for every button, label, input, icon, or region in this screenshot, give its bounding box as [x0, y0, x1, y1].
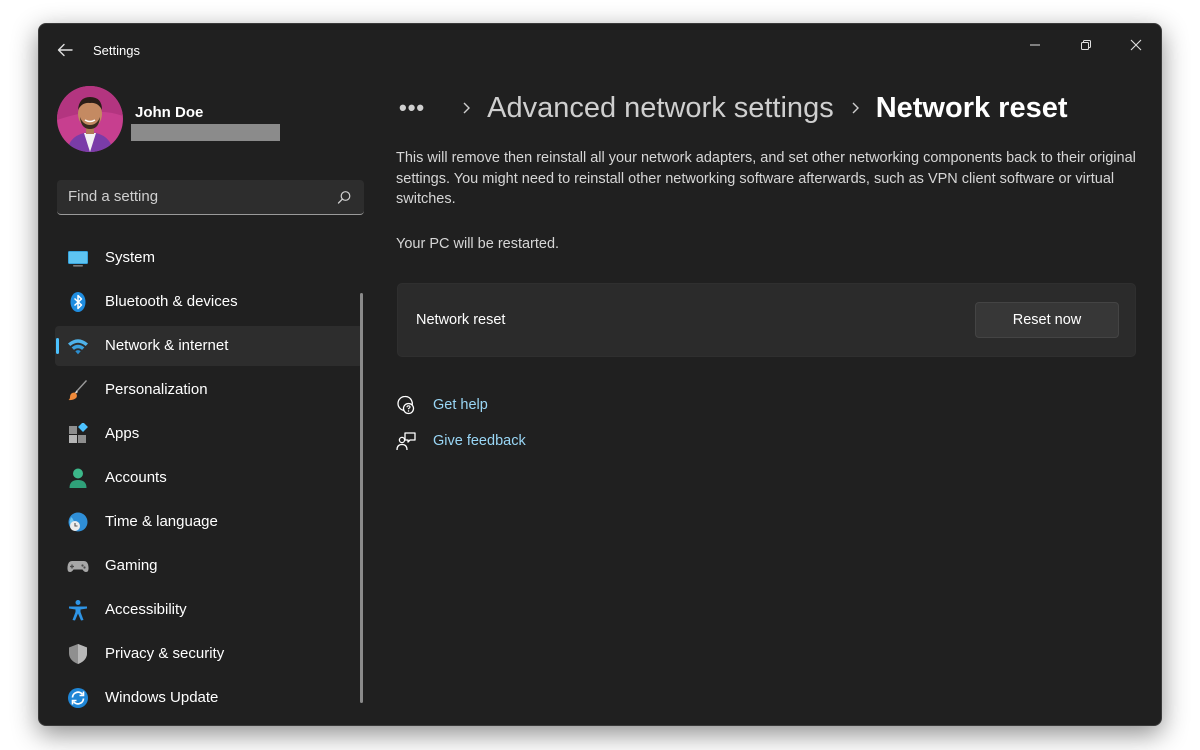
give-feedback-label[interactable]: Give feedback: [433, 433, 526, 449]
sidebar-item-accounts[interactable]: Accounts: [55, 458, 363, 498]
sidebar-item-label: Accounts: [105, 469, 167, 486]
sidebar-item-windows-update[interactable]: Windows Update: [55, 678, 363, 718]
close-icon: [1130, 39, 1142, 51]
sidebar-item-label: Gaming: [105, 557, 158, 574]
sidebar-item-bluetooth[interactable]: Bluetooth & devices: [55, 282, 363, 322]
restart-note: Your PC will be restarted.: [396, 236, 560, 252]
bluetooth-icon: [67, 291, 89, 313]
back-button[interactable]: [51, 38, 79, 62]
update-icon: [67, 687, 89, 709]
search-input[interactable]: [68, 188, 318, 205]
sidebar-item-label: Accessibility: [105, 601, 187, 618]
shield-icon: [67, 643, 89, 665]
sidebar-item-accessibility[interactable]: Accessibility: [55, 590, 363, 630]
apps-icon: [67, 423, 89, 445]
reset-now-button[interactable]: Reset now: [975, 302, 1119, 338]
close-button[interactable]: [1113, 30, 1159, 60]
feedback-icon: [396, 431, 416, 451]
brush-icon: [67, 379, 89, 401]
help-chat-icon: [396, 395, 416, 415]
sidebar-nav: System Bluetooth & devices Network & int: [55, 238, 363, 722]
search-icon[interactable]: [337, 190, 352, 205]
chevron-right-icon: [459, 101, 473, 115]
back-arrow-icon: [57, 43, 73, 57]
minimize-button[interactable]: [1012, 30, 1058, 60]
reset-description: This will remove then reinstall all your…: [396, 150, 1136, 207]
selection-indicator: [56, 338, 59, 354]
breadcrumb-more-button[interactable]: •••: [399, 95, 425, 121]
restore-icon: [1081, 40, 1091, 50]
sidebar-item-system[interactable]: System: [55, 238, 363, 278]
person-icon: [67, 467, 89, 489]
sidebar-item-time-language[interactable]: Time & language: [55, 502, 363, 542]
sidebar-item-label: Windows Update: [105, 689, 219, 706]
sidebar-item-label: Time & language: [105, 513, 218, 530]
sidebar-item-label: Personalization: [105, 381, 208, 398]
sidebar-item-label: Network & internet: [105, 337, 229, 354]
get-help-link[interactable]: Get help: [396, 395, 488, 415]
title-bar: Settings: [39, 24, 1161, 76]
give-feedback-link[interactable]: Give feedback: [396, 431, 526, 451]
wifi-icon: [67, 335, 89, 357]
sidebar-scrollbar[interactable]: [360, 293, 363, 703]
card-label: Network reset: [416, 312, 506, 328]
breadcrumb-parent-link[interactable]: Advanced network settings: [487, 92, 834, 125]
page-title: Network reset: [875, 91, 1068, 124]
sidebar-item-network[interactable]: Network & internet: [55, 326, 363, 366]
user-email-redacted: [131, 124, 280, 141]
sidebar-item-apps[interactable]: Apps: [55, 414, 363, 454]
sidebar-item-label: System: [105, 249, 156, 266]
avatar-image: [57, 86, 123, 152]
network-reset-card: Network reset Reset now: [397, 283, 1136, 357]
minimize-icon: [1030, 44, 1040, 46]
sidebar-item-label: Bluetooth & devices: [105, 293, 238, 310]
get-help-label[interactable]: Get help: [433, 397, 488, 413]
system-icon: [67, 247, 89, 269]
sidebar-item-privacy-security[interactable]: Privacy & security: [55, 634, 363, 674]
settings-window: Settings John Doe Find a setting System …: [38, 23, 1162, 726]
restore-button[interactable]: [1063, 30, 1109, 60]
sidebar-item-label: Apps: [105, 425, 140, 442]
chevron-right-icon: [848, 101, 862, 115]
sidebar-item-label: Privacy & security: [105, 645, 225, 662]
app-title: Settings: [93, 43, 140, 58]
accessibility-icon: [67, 599, 89, 621]
sidebar-item-gaming[interactable]: Gaming: [55, 546, 363, 586]
gamepad-icon: [67, 555, 89, 577]
globe-clock-icon: [67, 511, 89, 533]
breadcrumb: ••• Advanced network settings Network re…: [399, 86, 1068, 130]
avatar: [57, 86, 123, 152]
user-profile[interactable]: John Doe: [57, 86, 357, 154]
user-name: John Doe: [135, 104, 204, 121]
search-box[interactable]: [57, 180, 364, 215]
sidebar-item-personalization[interactable]: Personalization: [55, 370, 363, 410]
